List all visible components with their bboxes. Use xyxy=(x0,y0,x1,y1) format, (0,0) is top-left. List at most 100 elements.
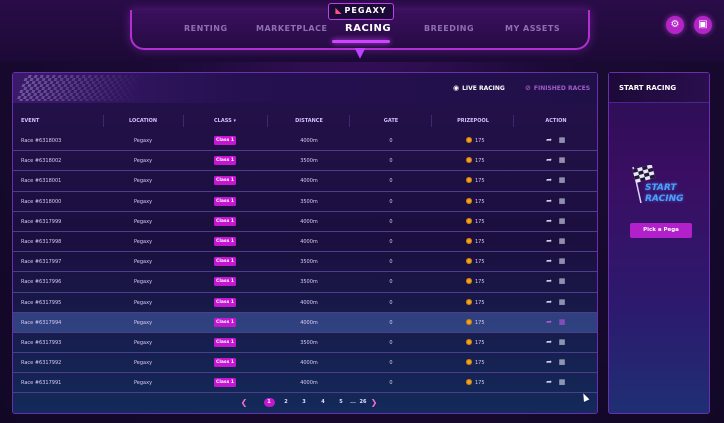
table-row[interactable]: Race #6317999 Pegaxy Class 1 4000m 0 175 ➦ ▦ xyxy=(13,212,597,232)
location-cell: Pegaxy xyxy=(133,138,153,144)
page-button[interactable]: 3 xyxy=(300,398,308,407)
share-icon[interactable]: ➦ xyxy=(545,338,553,346)
view-race-icon[interactable]: ▦ xyxy=(558,217,566,225)
chevron-left-icon[interactable]: ❮ xyxy=(239,398,249,407)
share-icon[interactable]: ➦ xyxy=(545,197,553,205)
table-row[interactable]: Race #6317991 Pegaxy Class 1 4000m 0 175 ➦ ▦ xyxy=(13,373,597,394)
class-badge: Class 1 xyxy=(214,176,236,186)
share-icon[interactable]: ➦ xyxy=(545,237,553,245)
view-race-icon[interactable]: ▦ xyxy=(558,358,566,366)
table-row[interactable]: Race #6317993 Pegaxy Class 1 3500m 0 175 ➦ ▦ xyxy=(13,333,597,354)
table-row[interactable]: Race #6317997 Pegaxy Class 1 3500m 0 175 ➦ ▦ xyxy=(13,252,597,273)
table-row[interactable]: Race #6318000 Pegaxy Class 1 3500m 0 175 ➦ ▦ xyxy=(13,192,597,212)
chevron-right-icon[interactable]: ❯ xyxy=(369,398,379,407)
pick-a-pega-button[interactable]: Pick a Pega xyxy=(630,223,692,238)
share-icon[interactable]: ➦ xyxy=(545,298,553,306)
table-row[interactable]: Race #6317996 Pegaxy Class 1 3500m 0 175 ➦ ▦ xyxy=(13,272,597,293)
table-row[interactable]: Race #6317992 Pegaxy Class 1 4000m 0 175 ➦ ▦ xyxy=(13,353,597,374)
column-header-gate[interactable]: GATE xyxy=(384,118,398,124)
column-header-location[interactable]: LOCATION xyxy=(129,118,157,124)
gear-icon: ⚙ xyxy=(670,19,680,30)
column-header-event[interactable]: EVENT xyxy=(21,118,39,124)
class-badge: Class 1 xyxy=(214,317,236,327)
prizepool-cell: 175 xyxy=(475,319,485,326)
view-race-icon[interactable]: ▦ xyxy=(558,378,566,386)
coin-icon xyxy=(466,197,472,204)
coin-icon xyxy=(466,298,472,305)
event-cell: Race #6317997 xyxy=(21,259,62,266)
banner-line-2: RACING xyxy=(645,194,684,204)
view-race-icon[interactable]: ▦ xyxy=(558,136,566,144)
class-badge: Class 1 xyxy=(214,136,236,145)
share-icon[interactable]: ➦ xyxy=(545,136,553,144)
view-race-icon[interactable]: ▦ xyxy=(558,338,566,346)
prizepool-cell: 175 xyxy=(475,259,485,266)
share-icon[interactable]: ➦ xyxy=(545,378,553,386)
page-button[interactable]: 26 xyxy=(359,398,367,407)
distance-cell: 4000m xyxy=(300,218,318,225)
prizepool-cell: 175 xyxy=(475,279,485,286)
table-row[interactable]: Race #6318003 Pegaxy Class 1 4000m 0 175 ➦ ▦ xyxy=(13,131,597,152)
event-cell: Race #6317992 xyxy=(21,360,62,367)
table-row[interactable]: Race #6317995 Pegaxy Class 1 4000m 0 175 ➦ ▦ xyxy=(13,293,597,313)
view-race-icon[interactable]: ▦ xyxy=(558,257,566,265)
share-icon[interactable]: ➦ xyxy=(545,257,553,265)
active-nav-indicator xyxy=(332,40,390,43)
column-header-distance[interactable]: DISTANCE xyxy=(295,118,323,124)
distance-cell: 4000m xyxy=(300,299,318,306)
wallet-icon: ▣ xyxy=(698,19,708,30)
table-row[interactable]: Race #6317998 Pegaxy Class 1 4000m 0 175 ➦ ▦ xyxy=(13,232,597,253)
location-cell: Pegaxy xyxy=(133,279,153,286)
share-icon[interactable]: ➦ xyxy=(545,156,553,164)
column-header-prizepool[interactable]: PRIZEPOOL xyxy=(457,118,489,124)
coin-icon xyxy=(466,177,472,184)
page-button[interactable]: 1 xyxy=(263,398,275,407)
class-badge: Class 1 xyxy=(214,257,236,267)
table-row[interactable]: Race #6318002 Pegaxy Class 1 3500m 0 175 ➦ ▦ xyxy=(13,151,597,172)
page-button[interactable]: 2 xyxy=(282,398,290,407)
class-badge: Class 1 xyxy=(214,277,236,287)
view-race-icon[interactable]: ▦ xyxy=(558,197,566,205)
class-badge: Class 1 xyxy=(214,156,236,166)
view-race-icon[interactable]: ▦ xyxy=(558,176,566,184)
gate-cell: 0 xyxy=(389,218,393,225)
brand-logo[interactable]: ◣ PEGAXY xyxy=(328,3,394,20)
prizepool-cell: 175 xyxy=(475,299,485,306)
view-race-icon[interactable]: ▦ xyxy=(558,237,566,245)
share-icon[interactable]: ➦ xyxy=(545,358,553,366)
coin-icon xyxy=(466,278,472,285)
coin-icon xyxy=(466,157,472,164)
column-header-class[interactable]: CLASS ▾ xyxy=(214,118,236,124)
race-table-body: Race #6318003 Pegaxy Class 1 4000m 0 175 ➦ ▦ Rac… xyxy=(13,131,597,394)
distance-cell: 4000m xyxy=(300,360,318,367)
distance-cell: 4000m xyxy=(300,138,318,144)
share-icon[interactable]: ➦ xyxy=(545,277,553,285)
tab-finished-races[interactable]: ⊘ FINISHED RACES xyxy=(525,84,590,92)
share-icon[interactable]: ➦ xyxy=(545,318,553,326)
view-race-icon[interactable]: ▦ xyxy=(558,318,566,326)
event-cell: Race #6317995 xyxy=(21,299,62,306)
top-navigation: ◣ PEGAXY RENTING MARKETPLACE RACING BREED… xyxy=(0,0,724,62)
tab-live-racing[interactable]: ◉ LIVE RACING xyxy=(453,84,505,92)
settings-button[interactable]: ⚙ xyxy=(666,16,684,34)
nav-item-renting[interactable]: RENTING xyxy=(184,24,228,33)
view-race-icon[interactable]: ▦ xyxy=(558,298,566,306)
panel-header: ◉ LIVE RACING ⊘ FINISHED RACES xyxy=(13,73,597,103)
view-race-icon[interactable]: ▦ xyxy=(558,156,566,164)
share-icon[interactable]: ➦ xyxy=(545,217,553,225)
wallet-button[interactable]: ▣ xyxy=(694,16,712,34)
view-race-icon[interactable]: ▦ xyxy=(558,277,566,285)
nav-item-racing[interactable]: RACING xyxy=(345,23,391,34)
page-button[interactable]: 5 xyxy=(337,398,345,407)
location-cell: Pegaxy xyxy=(133,339,153,346)
nav-item-breeding[interactable]: BREEDING xyxy=(424,24,474,33)
share-icon[interactable]: ➦ xyxy=(545,176,553,184)
page-button[interactable]: 4 xyxy=(319,398,327,407)
table-row[interactable]: Race #6318001 Pegaxy Class 1 4000m 0 175 ➦ ▦ xyxy=(13,171,597,192)
nav-item-marketplace[interactable]: MARKETPLACE xyxy=(256,24,327,33)
column-header-class-label: CLASS xyxy=(214,118,232,124)
column-divider xyxy=(431,115,432,127)
table-row[interactable]: Race #6317994 Pegaxy Class 1 4000m 0 175 ➦ ▦ xyxy=(13,312,597,333)
location-cell: Pegaxy xyxy=(133,380,153,387)
nav-item-my-assets[interactable]: MY ASSETS xyxy=(505,24,560,33)
